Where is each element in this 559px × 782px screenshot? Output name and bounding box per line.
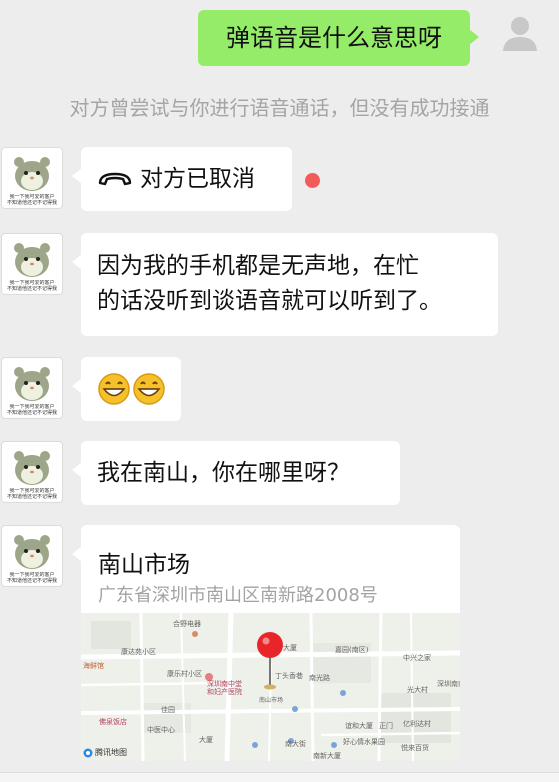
map-label: 和妇产医院 (207, 688, 242, 696)
location-card[interactable]: 南山市场 广东省深圳市南山区南新路2008号 合野电器 康达苑小区 海鲜馆 康乐… (81, 525, 460, 761)
map-label: 合野电器 (173, 620, 201, 628)
incoming-message-text: 因为我的手机都是无声地，在忙 的话没听到谈语音就可以听到了。 (97, 249, 442, 319)
avatar-caption: 不知道他还记不记得我 (6, 286, 57, 292)
map-label: 悦来百货 (401, 744, 429, 752)
call-cancelled-bubble[interactable]: 对方已取消 (72, 147, 292, 211)
map-label: 佳园 (161, 706, 175, 714)
map-label: 正门 (379, 722, 393, 730)
contact-avatar[interactable]: 我一下我可爱的客户 不知道他还记不记得我 (1, 147, 63, 209)
grin-emoji-icon (98, 373, 130, 405)
incoming-message-bubble[interactable]: 因为我的手机都是无声地，在忙 的话没听到谈语音就可以听到了。 (72, 233, 498, 336)
map-label: 亿利达村 (403, 720, 431, 728)
message-line: 的话没听到谈语音就可以听到了。 (97, 288, 442, 314)
location-map[interactable]: 合野电器 康达苑小区 海鲜馆 康乐村小区 深圳南中堂 和妇产医院 丁头香巷 大厦… (81, 613, 460, 761)
map-label: 大厦 (199, 736, 213, 744)
contact-avatar[interactable]: 我一下我可爱的客户 不知道他还记不记得我 (1, 233, 63, 295)
call-cancelled-text: 对方已取消 (140, 166, 255, 192)
contact-avatar[interactable]: 我一下我可爱的客户 不知道他还记不记得我 (1, 441, 63, 503)
avatar-caption: 不知道他还记不记得我 (6, 494, 57, 500)
map-label: 深圳南商 (437, 680, 460, 688)
map-label: 海鲜馆 (83, 662, 104, 670)
map-label: 中医中心 (147, 726, 175, 734)
avatar-caption: 不知道他还记不记得我 (6, 410, 57, 416)
system-notice: 对方曾尝试与你进行语音通话，但没有成功接通 (69, 96, 490, 120)
outgoing-message-bubble[interactable]: 弹语音是什么意思呀 (198, 10, 479, 66)
incoming-message-text: 我在南山，你在哪里呀？ (97, 460, 350, 486)
map-label: 南光路 (309, 674, 330, 682)
location-name: 南山市场 (98, 552, 190, 578)
incoming-message-bubble[interactable]: 我在南山，你在哪里呀？ (72, 441, 400, 505)
unread-dot (305, 173, 320, 188)
avatar-caption: 不知道他还记不记得我 (6, 200, 57, 206)
outgoing-message-text: 弹语音是什么意思呀 (226, 24, 442, 52)
map-pin-icon (257, 632, 283, 690)
map-label: 中兴之家 (403, 654, 431, 662)
pin-label: 南山市场 (259, 697, 284, 704)
map-label: 光大村 (407, 686, 428, 694)
map-label: 谊和大厦 (345, 722, 373, 730)
map-label: 康达苑小区 (121, 648, 156, 656)
hang-up-phone-icon (98, 172, 132, 186)
hamster-avatar-icon (14, 451, 50, 485)
user-silhouette-icon (503, 17, 537, 51)
map-label: 康乐村小区 (167, 670, 202, 678)
hamster-avatar-icon (14, 367, 50, 401)
map-label: 好心情水果园 (343, 738, 385, 746)
grin-emoji-icon (133, 373, 165, 405)
contact-avatar[interactable]: 我一下我可爱的客户 不知道他还记不记得我 (1, 357, 63, 419)
hamster-avatar-icon (14, 157, 50, 191)
contact-avatar[interactable]: 我一下我可爱的客户 不知道他还记不记得我 (1, 525, 63, 587)
tencent-map-icon (83, 748, 93, 757)
self-avatar[interactable] (497, 10, 543, 56)
map-label: 嘉园(南区) (335, 646, 369, 654)
emoji-message-bubble[interactable] (72, 357, 181, 421)
tencent-map-logo: 腾讯地图 (83, 747, 127, 758)
hamster-avatar-icon (14, 535, 50, 569)
avatar-caption: 不知道他还记不记得我 (6, 578, 57, 584)
map-provider-label: 腾讯地图 (95, 748, 127, 757)
location-address: 广东省深圳市南山区南新路2008号 (98, 585, 378, 606)
map-label: 南大街 (285, 740, 306, 748)
message-line: 因为我的手机都是无声地，在忙 (97, 253, 419, 279)
map-label: 南新大厦 (313, 752, 341, 760)
hamster-avatar-icon (14, 243, 50, 277)
map-label: 佛泉饭店 (99, 718, 127, 726)
